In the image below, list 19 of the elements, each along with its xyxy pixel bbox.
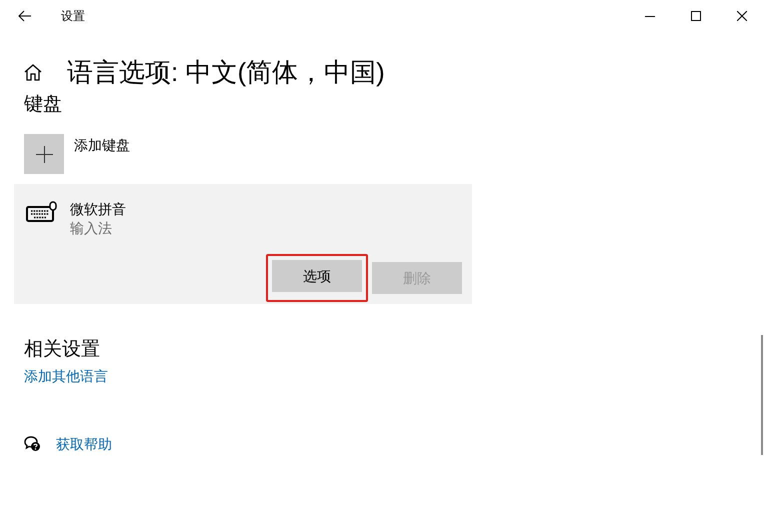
plus-icon — [36, 146, 52, 162]
keyboard-icon — [26, 201, 57, 222]
add-keyboard-label[interactable]: 添加键盘 — [74, 135, 130, 155]
keyboard-name: 微软拼音 — [70, 200, 126, 219]
maximize-icon[interactable] — [691, 11, 701, 21]
close-icon[interactable] — [737, 11, 747, 21]
keyboard-type: 输入法 — [70, 219, 113, 238]
back-icon[interactable] — [18, 10, 31, 22]
help-chat-icon — [24, 436, 41, 452]
get-help-link[interactable]: 获取帮助 — [56, 434, 112, 454]
options-button[interactable]: 选项 — [272, 260, 362, 292]
section-heading: 键盘 — [24, 93, 62, 117]
scrollbar[interactable] — [761, 335, 763, 455]
home-icon[interactable] — [24, 64, 42, 80]
window-title: 设置 — [61, 8, 85, 25]
add-keyboard-button[interactable] — [24, 134, 64, 174]
section-heading: 相关设置 — [24, 338, 100, 362]
add-language-link[interactable]: 添加其他语言 — [24, 366, 108, 386]
page-title: 语言选项: 中文(简体，中国) — [67, 56, 385, 89]
